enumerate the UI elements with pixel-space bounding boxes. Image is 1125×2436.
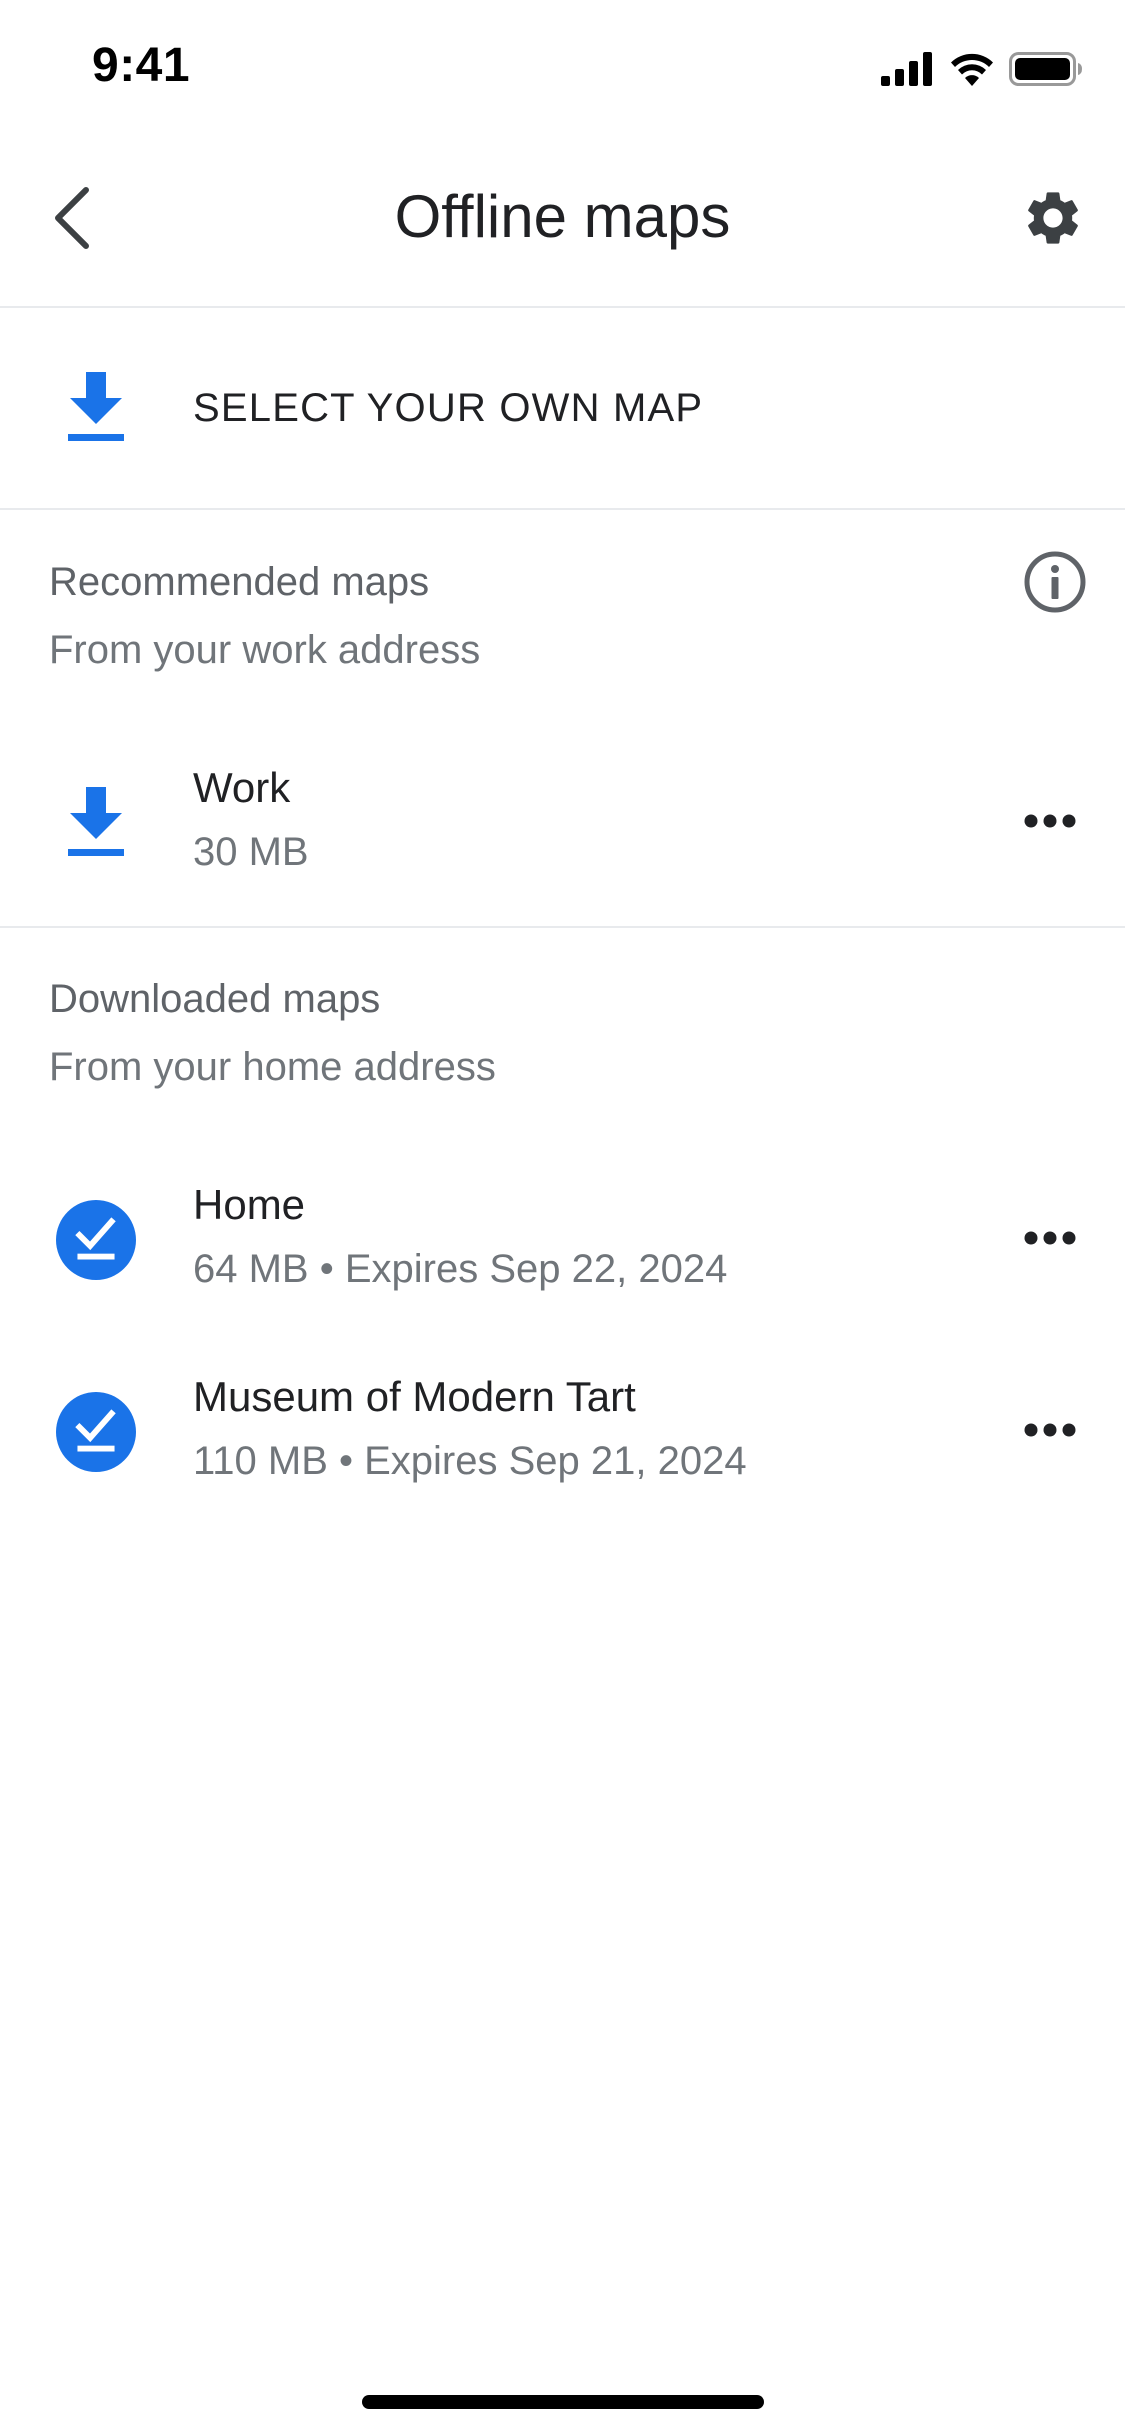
home-indicator[interactable] xyxy=(362,2395,764,2409)
more-horizontal-icon xyxy=(1024,1231,1076,1250)
offline-maps-screen: 9:41 Offline maps SELECT YOUR OWN MAP Re… xyxy=(0,0,1125,2436)
status-bar: 9:41 xyxy=(0,0,1125,132)
select-own-map-label: SELECT YOUR OWN MAP xyxy=(193,385,704,430)
downloaded-check-icon xyxy=(56,1392,136,1472)
downloaded-check-icon xyxy=(56,1200,136,1280)
map-size-expiry: 110 MB • Expires Sep 21, 2024 xyxy=(193,1439,747,1483)
downloaded-map-item-museum[interactable]: Museum of Modern Tart 110 MB • Expires S… xyxy=(0,1347,1125,1517)
select-own-map-button[interactable]: SELECT YOUR OWN MAP xyxy=(0,308,1125,510)
settings-button[interactable] xyxy=(1009,176,1097,264)
map-size: 30 MB xyxy=(193,830,309,874)
more-horizontal-icon xyxy=(1024,814,1076,833)
more-options-button[interactable] xyxy=(1005,1200,1095,1280)
status-icons xyxy=(881,48,1083,90)
map-title: Museum of Modern Tart xyxy=(193,1373,636,1420)
recommended-map-item-work[interactable]: Work 30 MB xyxy=(0,738,1125,908)
status-time: 9:41 xyxy=(92,39,191,92)
more-options-button[interactable] xyxy=(1005,783,1095,863)
downloaded-maps-subheading: From your home address xyxy=(49,1045,496,1089)
page-title: Offline maps xyxy=(394,183,731,250)
download-icon xyxy=(56,368,136,448)
battery-icon xyxy=(1009,52,1083,86)
top-app-bar: Offline maps xyxy=(0,132,1125,308)
downloaded-map-item-home[interactable]: Home 64 MB • Expires Sep 22, 2024 xyxy=(0,1155,1125,1325)
info-button[interactable] xyxy=(1019,548,1091,620)
map-size-expiry: 64 MB • Expires Sep 22, 2024 xyxy=(193,1247,728,1291)
recommended-maps-subheading: From your work address xyxy=(49,628,481,672)
section-divider xyxy=(0,926,1125,928)
recommended-maps-heading: Recommended maps xyxy=(49,560,430,604)
gear-icon xyxy=(1021,186,1085,255)
map-title: Work xyxy=(193,764,291,811)
more-horizontal-icon xyxy=(1024,1423,1076,1442)
downloaded-maps-heading: Downloaded maps xyxy=(49,977,381,1021)
more-options-button[interactable] xyxy=(1005,1392,1095,1472)
download-icon xyxy=(56,783,136,863)
map-title: Home xyxy=(193,1181,306,1228)
wifi-icon xyxy=(949,52,995,86)
cellular-signal-icon xyxy=(881,52,935,86)
info-icon xyxy=(1023,550,1087,619)
